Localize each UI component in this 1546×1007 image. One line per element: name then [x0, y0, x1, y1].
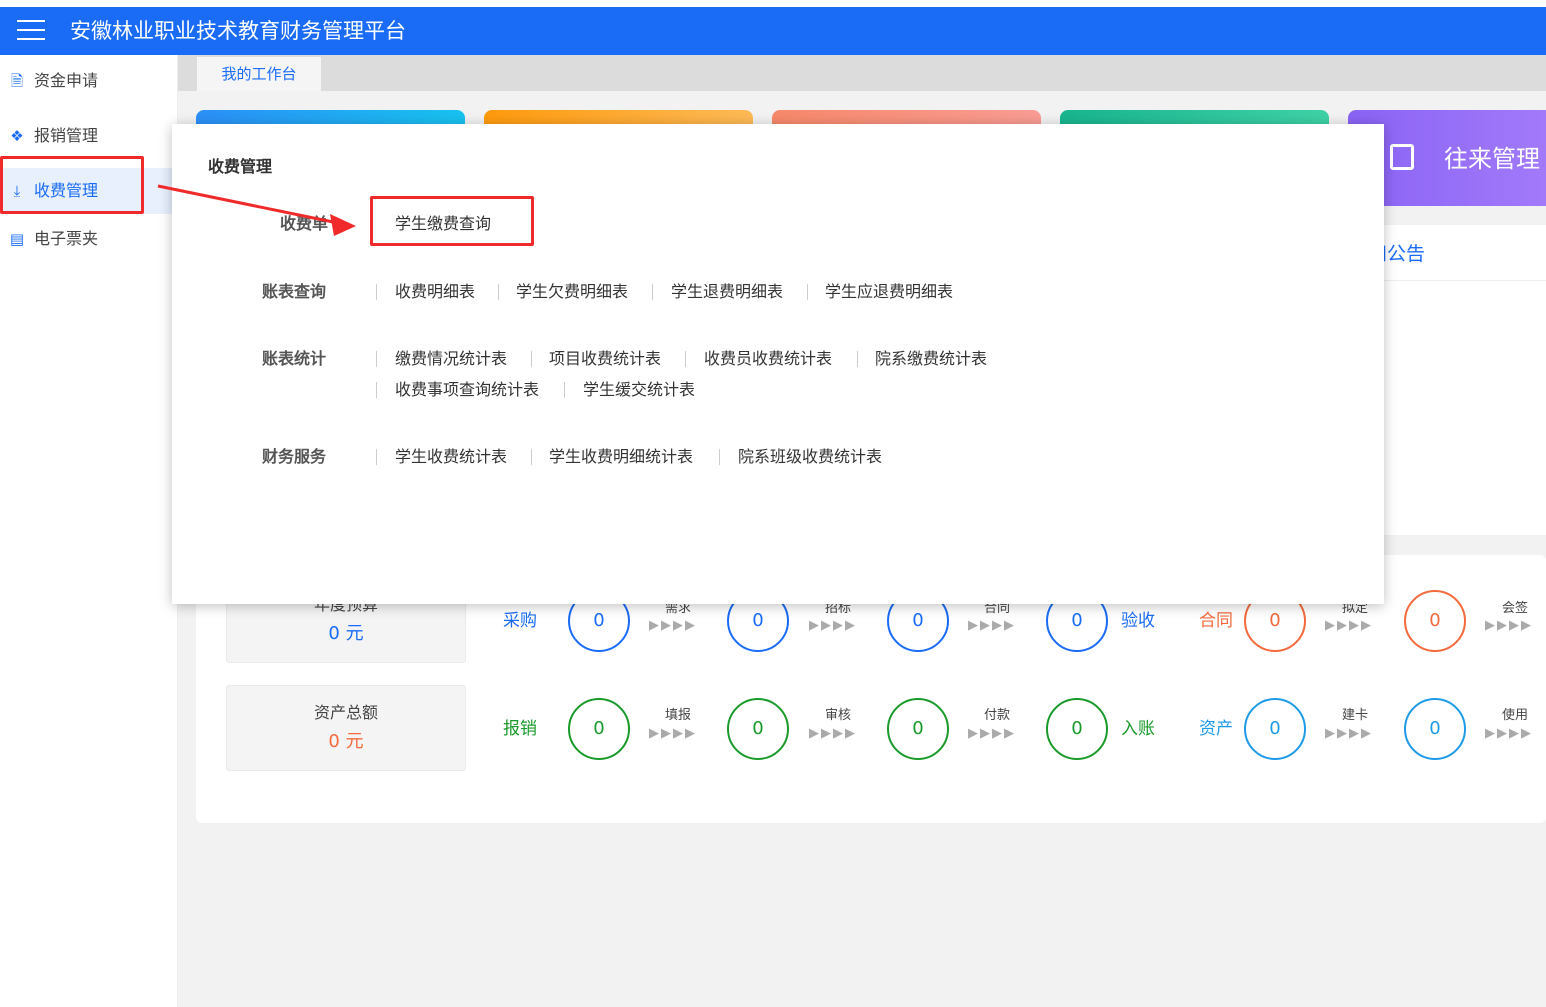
sidebar-item-fund-application[interactable]: 🗎 资金申请: [0, 58, 178, 104]
document-icon: 🗎: [10, 72, 24, 90]
menu-link[interactable]: 学生收费明细统计表: [549, 445, 693, 469]
count-circle[interactable]: 0: [1244, 698, 1306, 760]
group-label: 账表统计: [262, 349, 327, 368]
notice-card: 知公告: [1368, 225, 1546, 535]
group-label: 账表查询: [262, 282, 327, 301]
separator: [376, 351, 377, 367]
menu-link[interactable]: 项目收费统计表: [549, 347, 661, 371]
flow-label-posting: 入账: [1121, 719, 1155, 739]
sidebar-item-reimbursement[interactable]: ❖ 报销管理: [0, 113, 178, 159]
fee-management-dropdown: 收费管理 收费单 学生缴费查询 账表查询 收费明细表 学生欠费明细表 学生退费明…: [172, 124, 1384, 604]
edit-icon: [1390, 144, 1414, 170]
count-circle[interactable]: 0: [1046, 698, 1108, 760]
stat-value: 0 元: [328, 623, 364, 644]
menu-link[interactable]: 学生收费统计表: [395, 445, 507, 469]
sidebar-item-label: 报销管理: [34, 126, 99, 145]
count-circle[interactable]: 0: [887, 698, 949, 760]
separator: [531, 351, 532, 367]
flow-label-contract: 合同: [1199, 611, 1233, 631]
count-circle[interactable]: 0: [568, 698, 630, 760]
step-label: 审核: [824, 708, 851, 723]
flow-arrows: ▶▶▶▶: [1325, 726, 1373, 741]
flow-arrows: ▶▶▶▶: [809, 618, 857, 633]
menu-link[interactable]: 学生应退费明细表: [825, 280, 953, 304]
separator: [376, 284, 377, 300]
count-circle[interactable]: 0: [1404, 590, 1466, 652]
flow-arrows: ▶▶▶▶: [1325, 618, 1373, 633]
ticket-icon: ▤: [9, 230, 25, 248]
step-label: 使用: [1501, 708, 1528, 723]
separator: [685, 351, 686, 367]
separator: [376, 449, 377, 465]
sidebar-item-label: 资金申请: [34, 71, 99, 90]
flow-arrows: ▶▶▶▶: [649, 726, 697, 741]
menu-link[interactable]: 缴费情况统计表: [395, 347, 507, 371]
count-circle[interactable]: 0: [727, 698, 789, 760]
separator: [531, 449, 532, 465]
app-title: 安徽林业职业技术教育财务管理平台: [70, 19, 406, 43]
menu-link[interactable]: 院系缴费统计表: [875, 347, 987, 371]
top-bar: 安徽林业职业技术教育财务管理平台: [0, 7, 1546, 55]
tab-my-workbench[interactable]: 我的工作台: [197, 57, 321, 91]
asset-stat: 资产总额 0 元: [226, 685, 466, 771]
stat-label: 资产总额: [313, 703, 378, 722]
step-label: 填报: [664, 708, 691, 723]
dropdown-title: 收费管理: [208, 157, 273, 176]
layers-icon: ❖: [10, 127, 24, 145]
stat-value: 0 元: [328, 731, 364, 752]
step-label: 会签: [1501, 601, 1528, 616]
menu-link[interactable]: 收费员收费统计表: [704, 347, 832, 371]
flow-arrows: ▶▶▶▶: [1485, 618, 1533, 633]
tile-label: 往来管理: [1444, 145, 1540, 173]
menu-link[interactable]: 院系班级收费统计表: [738, 445, 882, 469]
flow-arrows: ▶▶▶▶: [649, 618, 697, 633]
count-circle[interactable]: 0: [1404, 698, 1466, 760]
step-label: 付款: [983, 708, 1010, 723]
separator: [807, 284, 808, 300]
flow-arrows: ▶▶▶▶: [968, 726, 1016, 741]
flow-label-purchase: 采购: [503, 611, 537, 631]
menu-link[interactable]: 收费明细表: [395, 280, 475, 304]
step-label: 建卡: [1341, 708, 1368, 723]
group-label: 财务服务: [262, 447, 327, 466]
highlight-box-sidebar: [0, 156, 144, 214]
flow-arrows: ▶▶▶▶: [1485, 726, 1533, 741]
menu-link[interactable]: 学生退费明细表: [671, 280, 783, 304]
highlight-box-menu-item: [370, 196, 534, 246]
menu-link[interactable]: 收费事项查询统计表: [395, 378, 539, 402]
sidebar-item-e-ticket[interactable]: ▤ 电子票夹: [0, 216, 178, 262]
flow-label-asset: 资产: [1199, 719, 1233, 739]
tab-bar: 我的工作台: [178, 55, 1546, 91]
separator: [498, 284, 499, 300]
menu-link[interactable]: 学生欠费明细表: [516, 280, 628, 304]
flow-arrows: ▶▶▶▶: [809, 726, 857, 741]
separator: [652, 284, 653, 300]
separator: [376, 382, 377, 398]
divider: [1368, 280, 1546, 281]
separator: [857, 351, 858, 367]
flow-label-acceptance: 验收: [1121, 611, 1155, 631]
flow-label-reimbursement: 报销: [503, 719, 537, 739]
flow-arrows: ▶▶▶▶: [968, 618, 1016, 633]
separator: [719, 449, 720, 465]
separator: [564, 382, 565, 398]
hamburger-menu-icon[interactable]: [17, 20, 45, 42]
group-label: 收费单: [280, 214, 329, 233]
sidebar-item-label: 电子票夹: [34, 229, 99, 248]
menu-link[interactable]: 学生缓交统计表: [583, 378, 695, 402]
